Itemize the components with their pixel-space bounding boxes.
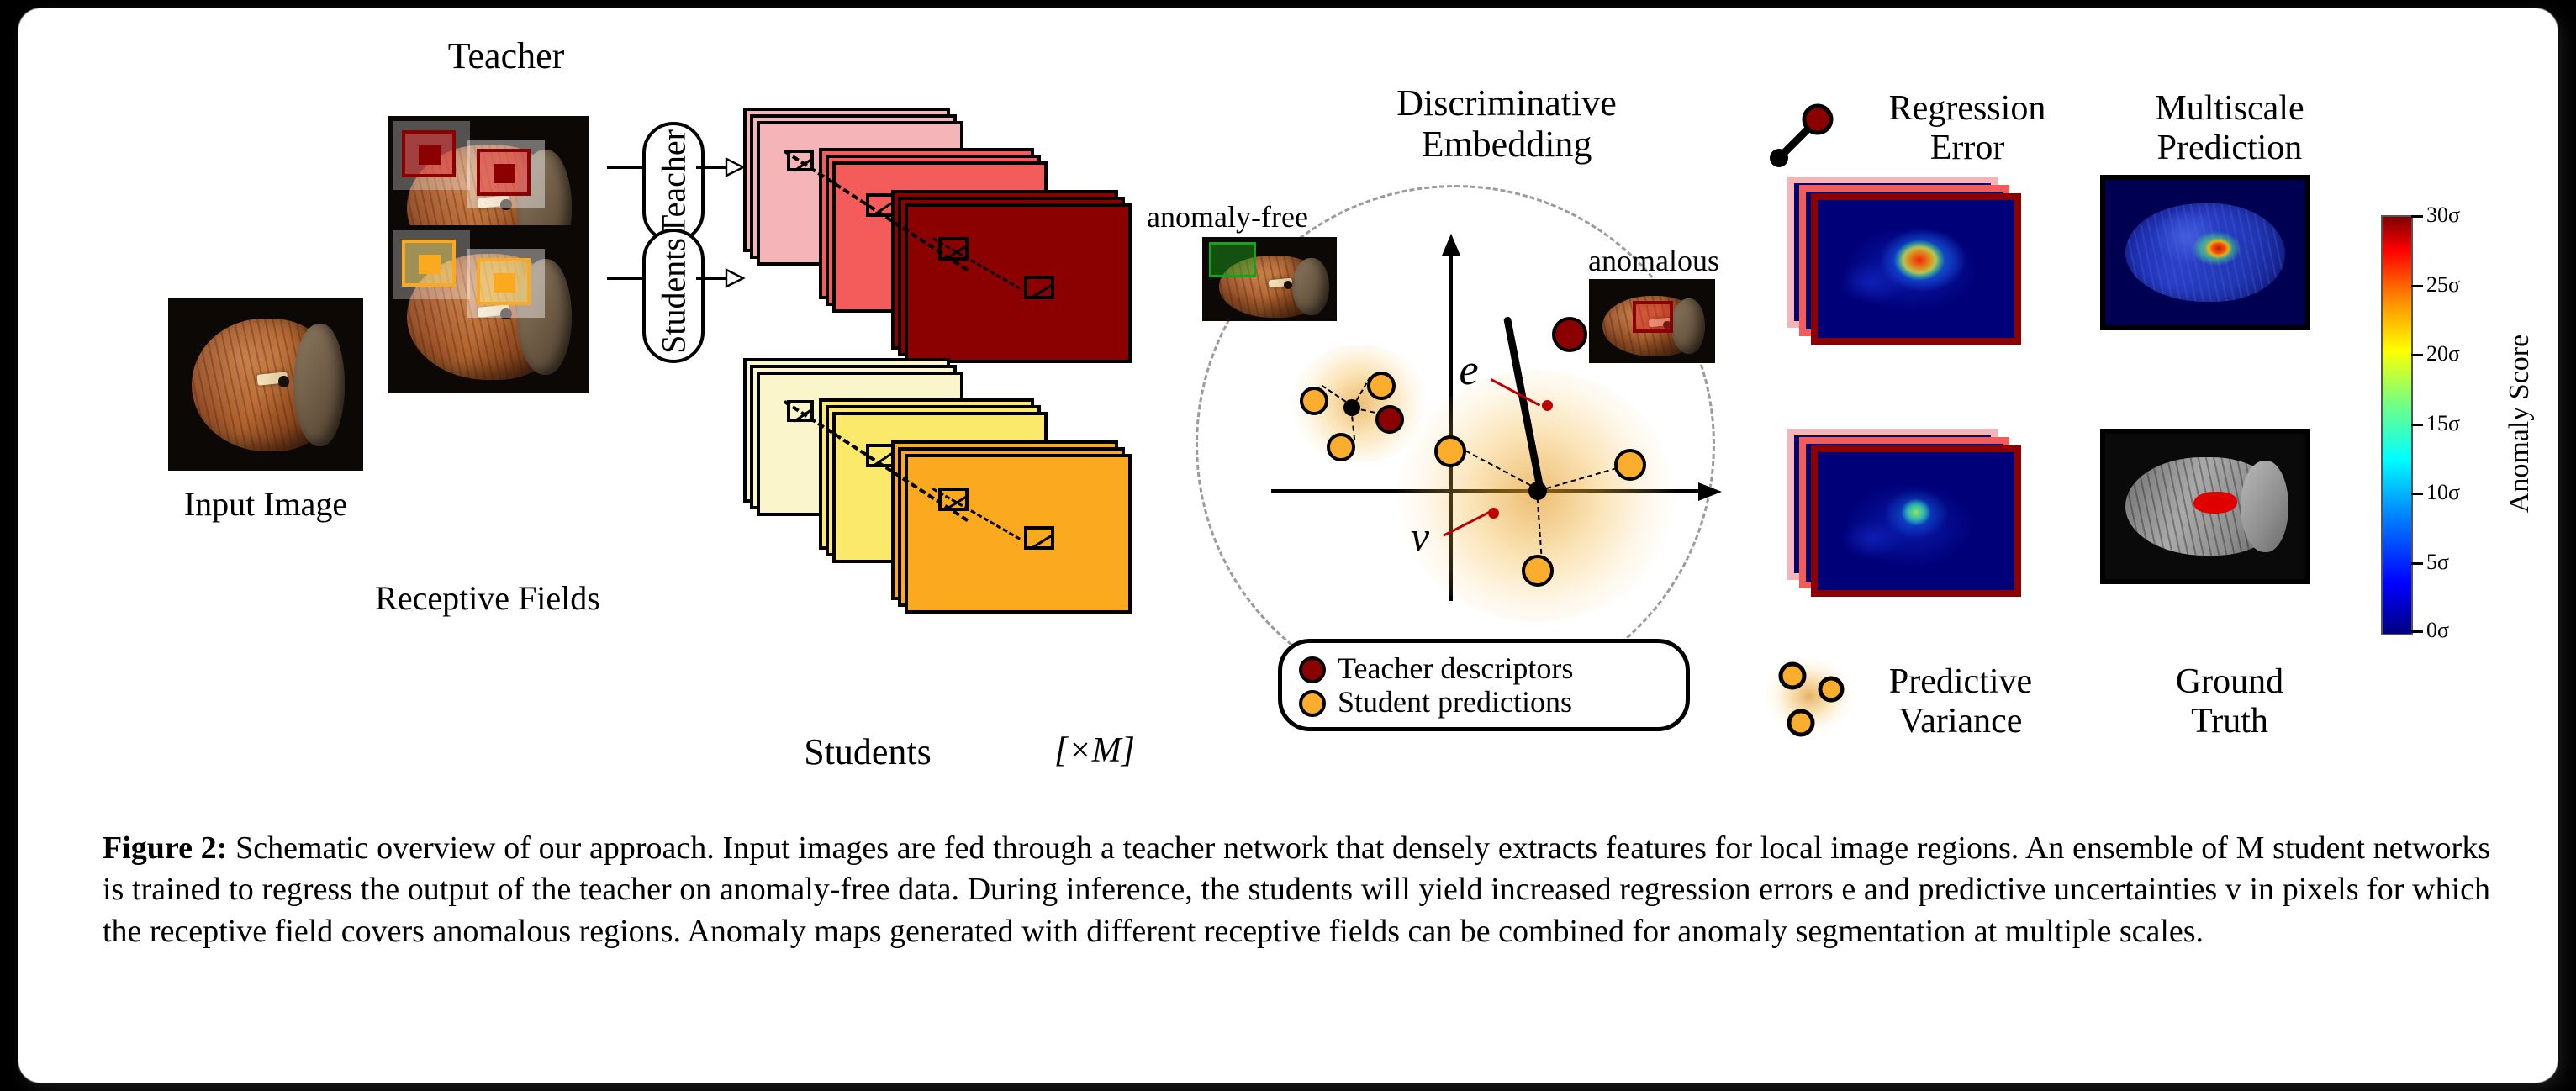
teacher-pill-label: Teacher	[654, 129, 693, 235]
input-image-photo	[168, 298, 363, 471]
multiscale-prediction-title: Multiscale Prediction	[2155, 89, 2304, 168]
an-student-dot-2	[1614, 449, 1646, 481]
an-student-dot-1	[1434, 435, 1466, 467]
teacher-network-pill[interactable]: Teacher	[642, 122, 705, 243]
regression-error-title: Regression Error	[1888, 89, 2046, 168]
af-student-dot-3	[1327, 433, 1355, 461]
times-m-label: [×M]	[1053, 731, 1136, 770]
af-student-dot-2	[1367, 372, 1396, 400]
embedding-y-axis-arrow-icon	[1442, 234, 1460, 256]
student-rf-inner-1	[419, 255, 441, 274]
students-pill-label: Students	[654, 238, 693, 354]
colorbar-label-20: 20σ	[2426, 341, 2461, 366]
discriminative-embedding-title: Discriminative Embedding	[1396, 82, 1617, 166]
legend-swatch-teacher	[1299, 656, 1326, 683]
anomalous-thumbnail	[1589, 279, 1715, 363]
colorbar-label-10: 10σ	[2426, 480, 2461, 504]
anomaly-free-thumbnail	[1202, 237, 1337, 321]
embedding-legend: Teacher descriptors Student predictions	[1278, 639, 1690, 731]
ground-truth-image	[2100, 429, 2310, 584]
colorbar-label-0: 0σ	[2426, 618, 2450, 642]
figure-caption: Figure 2: Schematic overview of our appr…	[103, 828, 2490, 952]
students-input-line	[607, 277, 647, 280]
legend-swatch-student	[1299, 690, 1326, 717]
colorbar-label-15: 15σ	[2426, 411, 2461, 435]
ground-truth-title: Ground Truth	[2175, 662, 2284, 741]
v-annotation-dot	[1488, 508, 1499, 519]
teacher-patch-dark-2	[1024, 276, 1054, 299]
colorbar-tick-5	[2411, 562, 2423, 565]
caption-label: Figure 2:	[103, 830, 228, 866]
anomalous-label: anomalous	[1588, 244, 1719, 277]
receptive-fields-label: Receptive Fields	[375, 579, 600, 617]
colorbar-tick-20	[2411, 354, 2423, 356]
colorbar-label-25: 25σ	[2426, 272, 2461, 297]
anomaly-free-label: anomaly-free	[1147, 200, 1308, 234]
e-symbol-label: e	[1459, 346, 1479, 394]
teacher-rf-inner-1	[419, 145, 441, 165]
legend-label-student: Student predictions	[1338, 685, 1572, 719]
colorbar-tick-15	[2411, 424, 2423, 426]
teacher-input-line	[607, 166, 647, 169]
student-rf-inner-2	[494, 273, 515, 293]
an-student-dot-3	[1522, 555, 1554, 587]
colorbar-title: Anomaly Score	[2504, 334, 2535, 514]
predictive-variance-title: Predictive Variance	[1888, 662, 2033, 741]
input-image-label: Input Image	[183, 485, 348, 523]
students-network-pill[interactable]: Students	[642, 229, 705, 363]
student-featuremap-dark	[905, 454, 1132, 614]
e-annotation-dot	[1542, 400, 1553, 411]
students-output-arrow-icon	[725, 268, 746, 288]
teacher-rf-inner-2	[494, 164, 515, 183]
embedding-x-axis-arrow-icon	[1698, 482, 1722, 501]
an-teacher-dot	[1552, 317, 1587, 352]
colorbar-tick-30	[2411, 215, 2423, 218]
multiscale-prediction-map	[2100, 175, 2310, 330]
regression-error-map-dark	[1811, 193, 2021, 345]
colorbar-tick-0	[2411, 630, 2423, 633]
colorbar-tick-25	[2411, 285, 2423, 287]
teacher-stack-label: Teacher	[447, 35, 565, 76]
af-teacher-dot	[1375, 405, 1404, 434]
figure-canvas: Input Image Receptive Fields Teacher Stu…	[18, 8, 2558, 1083]
colorbar-label-30: 30σ	[2426, 203, 2461, 227]
anomaly-score-colorbar	[2381, 215, 2413, 635]
regression-error-icon	[1770, 103, 1834, 167]
students-stack-label: Students	[804, 731, 932, 772]
figure-page: Input Image Receptive Fields Teacher Stu…	[18, 8, 2558, 1083]
ground-truth-defect-mask	[2193, 492, 2238, 514]
v-symbol-label: v	[1410, 513, 1430, 560]
student-patch-dark-2	[1024, 526, 1054, 550]
colorbar-label-5: 5σ	[2426, 550, 2450, 574]
predictive-variance-map-dark	[1811, 445, 2021, 597]
colorbar-tick-10	[2411, 493, 2423, 495]
af-student-dot-1	[1300, 387, 1328, 415]
legend-label-teacher: Teacher descriptors	[1338, 651, 1574, 685]
teacher-featuremap-dark	[905, 203, 1132, 363]
receptive-field-student-photo	[388, 225, 589, 393]
caption-text: Schematic overview of our approach. Inpu…	[103, 830, 2490, 949]
anomaly-free-box	[1209, 242, 1256, 277]
anomalous-box	[1633, 301, 1673, 333]
